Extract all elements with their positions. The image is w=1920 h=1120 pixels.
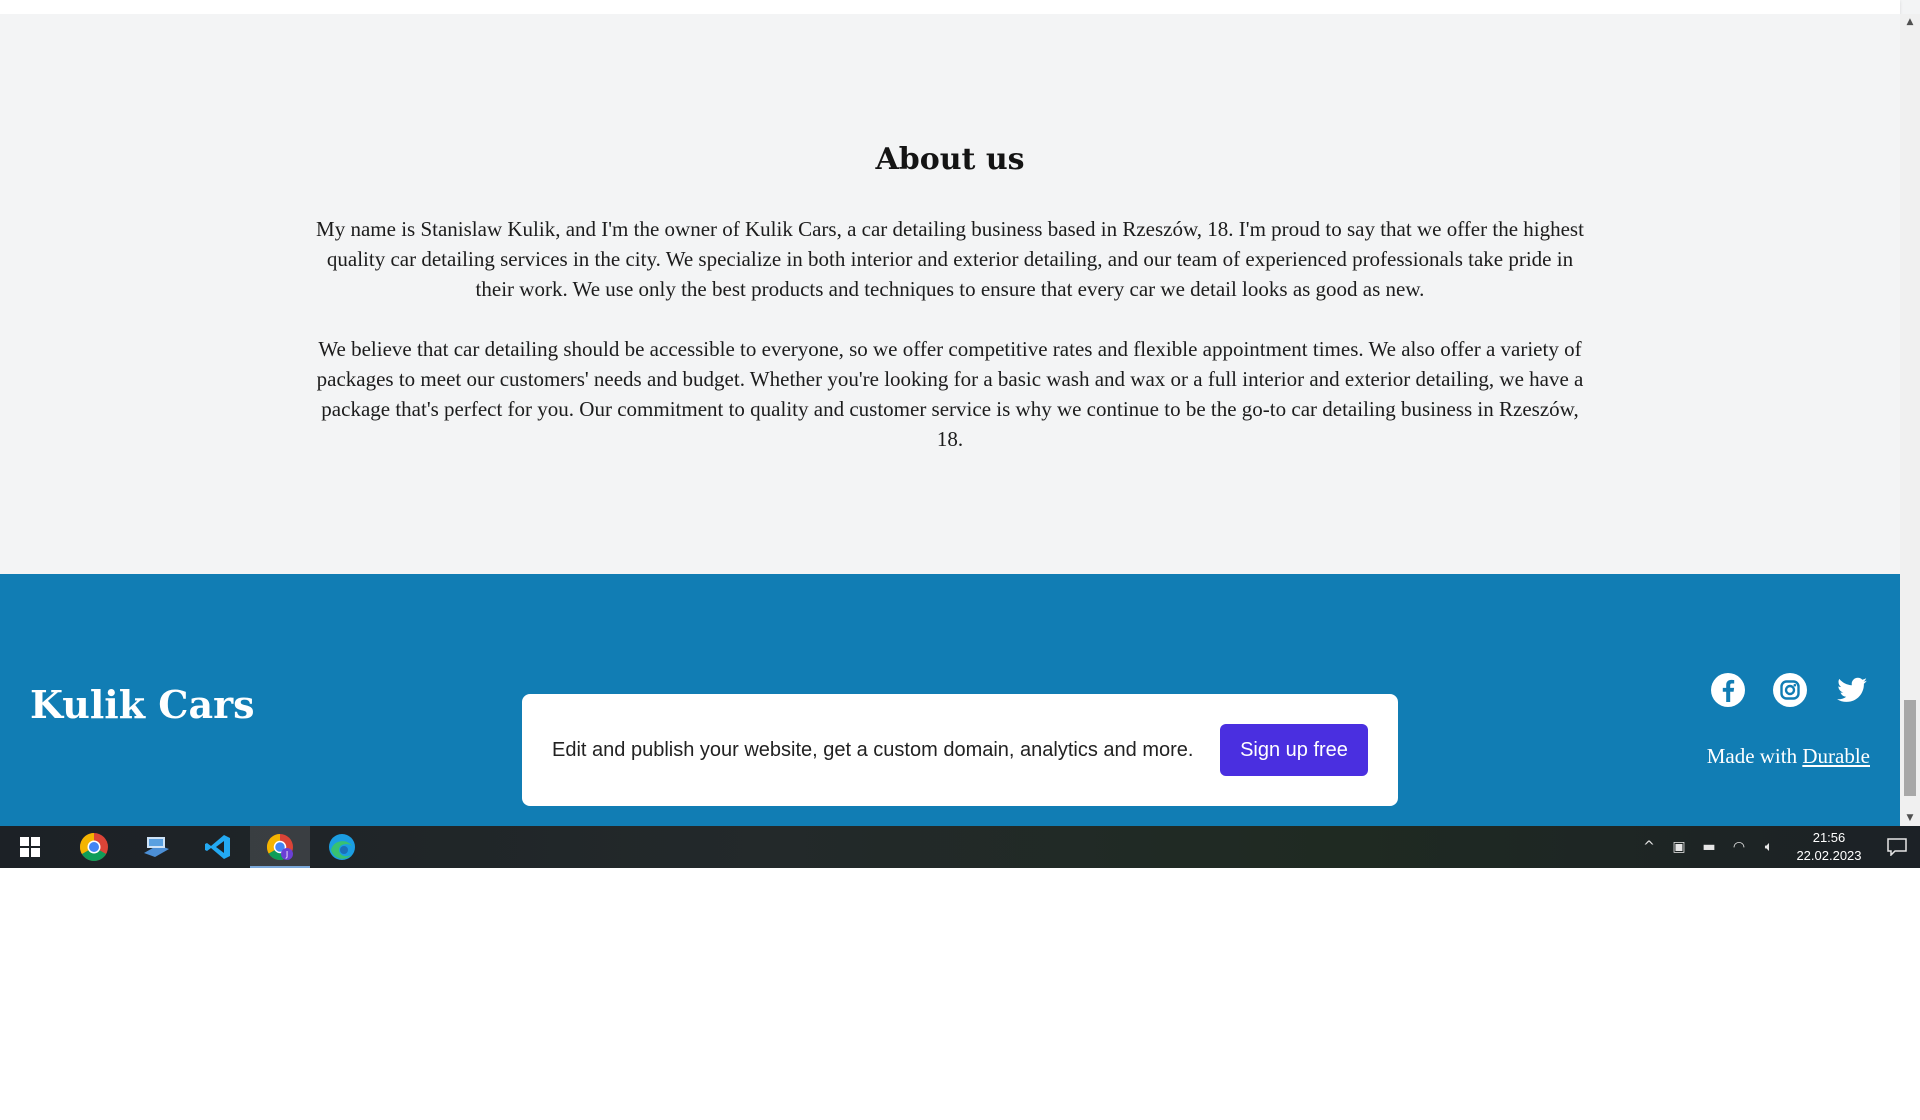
about-section: About us My name is Stanislaw Kulik, and… [0,14,1900,574]
clock-date: 22.02.2023 [1796,848,1862,863]
twitter-icon[interactable] [1834,672,1870,708]
site-footer: Kulik Cars Edit and publish your website… [0,574,1900,826]
made-with-prefix: Made with [1706,744,1798,768]
durable-promo-card: Edit and publish your website, get a cus… [522,694,1398,806]
footer-brand[interactable]: Kulik Cars [30,682,255,727]
about-title: About us [875,142,1025,177]
meet-icon[interactable]: ▣ [1664,839,1694,855]
vertical-scrollbar[interactable]: ▲ ▼ [1900,14,1920,826]
edge-icon[interactable] [312,826,372,868]
promo-text: Edit and publish your website, get a cus… [552,738,1194,761]
sign-up-button[interactable]: Sign up free [1220,724,1368,776]
file-explorer-icon[interactable] [126,826,186,868]
facebook-icon[interactable] [1710,672,1746,708]
windows-taskbar: J ^ ▣ ▬ ◠ 🔈︎ 21:56 22.02.2023 [0,826,1920,868]
chevron-up-icon[interactable]: ^ [1634,839,1664,855]
notification-icon[interactable] [1874,826,1920,868]
chrome-profile-icon[interactable]: J [250,826,310,868]
scroll-down-arrow-icon[interactable]: ▼ [1900,810,1920,826]
system-tray: ^ ▣ ▬ ◠ 🔈︎ 21:56 22.02.2023 [1634,826,1920,868]
volume-icon[interactable]: 🔈︎ [1754,839,1784,855]
clock[interactable]: 21:56 22.02.2023 [1784,829,1874,865]
header-edge [0,0,1900,15]
social-links [1710,672,1870,708]
chrome-icon[interactable] [64,826,124,868]
svg-text:J: J [285,850,288,859]
vscode-icon[interactable] [188,826,248,868]
scroll-up-arrow-icon[interactable]: ▲ [1900,14,1920,30]
wifi-icon[interactable]: ◠ [1724,839,1754,855]
scroll-thumb[interactable] [1904,700,1916,796]
about-paragraph-1: My name is Stanislaw Kulik, and I'm the … [316,217,1584,301]
battery-icon[interactable]: ▬ [1694,839,1724,855]
made-with-credit: Made with Durable [1707,744,1870,769]
durable-link[interactable]: Durable [1802,744,1870,768]
clock-time: 21:56 [1812,830,1846,845]
browser-viewport: About us My name is Stanislaw Kulik, and… [0,0,1920,826]
about-paragraph-2: We believe that car detailing should be … [316,337,1584,451]
windows-start-icon[interactable] [0,826,60,868]
instagram-icon[interactable] [1772,672,1808,708]
